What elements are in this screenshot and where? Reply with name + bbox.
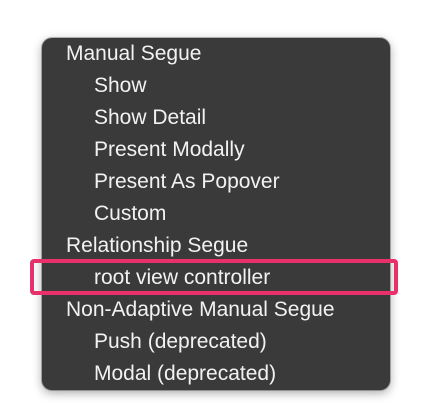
menu-item-present-as-popover[interactable]: Present As Popover — [42, 166, 390, 198]
menu-item-modal-deprecated[interactable]: Modal (deprecated) — [42, 358, 390, 390]
menu-item-show-detail[interactable]: Show Detail — [42, 102, 390, 134]
menu-item-root-view-controller[interactable]: root view controller — [42, 262, 390, 294]
section-header-non-adaptive-manual-segue: Non-Adaptive Manual Segue — [66, 298, 335, 321]
segue-context-menu: Manual Segue Show Show Detail Present Mo… — [42, 38, 390, 390]
section-header-relationship-segue: Relationship Segue — [66, 234, 249, 257]
menu-item-present-modally[interactable]: Present Modally — [42, 134, 390, 166]
section-header-manual-segue: Manual Segue — [66, 42, 202, 65]
menu-item-push-deprecated[interactable]: Push (deprecated) — [42, 326, 390, 358]
menu-item-show[interactable]: Show — [42, 70, 390, 102]
menu-item-custom[interactable]: Custom — [42, 198, 390, 230]
